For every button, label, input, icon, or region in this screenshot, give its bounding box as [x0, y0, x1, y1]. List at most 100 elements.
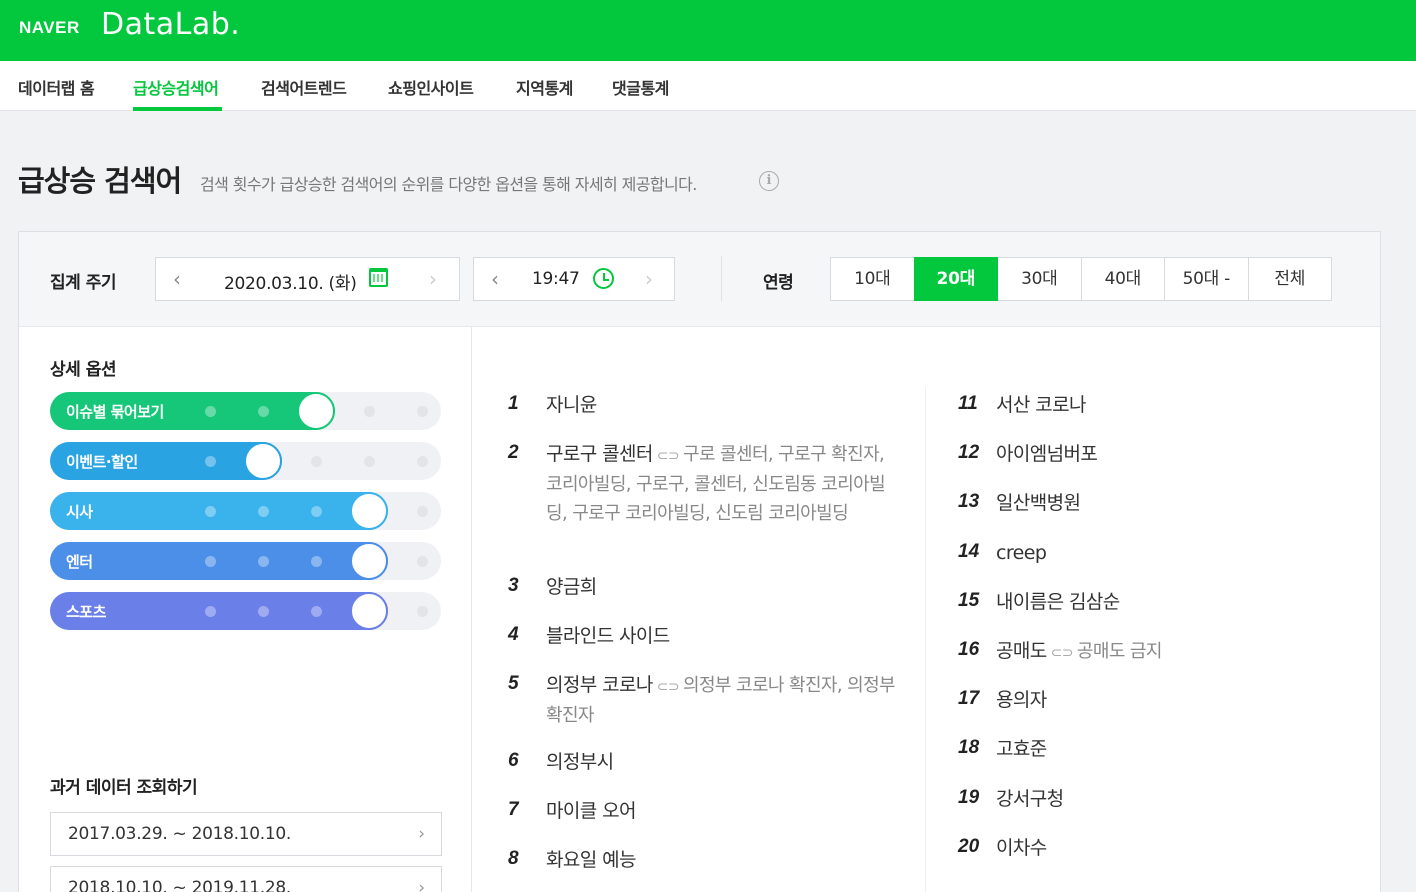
link-icon: ⊂⊃ — [656, 679, 680, 695]
rank-keyword[interactable]: 강서구청 — [996, 788, 1064, 810]
toggle-step-dot[interactable] — [258, 406, 269, 417]
past-range-2-button[interactable]: 2018.10.10. ~ 2019.11.28. › — [50, 866, 442, 892]
toggle-step-dot[interactable] — [364, 406, 375, 417]
rank-keyword[interactable]: 아이엠넘버포 — [996, 443, 1098, 465]
rank-keyword[interactable]: 일산백병원 — [996, 492, 1081, 514]
toggle-step-dot[interactable] — [311, 456, 322, 467]
option-toggle-0[interactable]: 이슈별 묶어보기 — [50, 392, 441, 430]
next-time-button[interactable]: › — [645, 269, 653, 289]
clock-icon[interactable] — [593, 268, 614, 289]
nav-item-home[interactable]: 데이터랩 홈 — [18, 75, 95, 99]
toggle-step-dot[interactable] — [205, 456, 216, 467]
rank-text: 의정부시 — [546, 748, 901, 776]
toggle-step-dot[interactable] — [258, 556, 269, 567]
calendar-icon[interactable] — [369, 268, 388, 287]
toggle-label: 이벤트·할인 — [66, 453, 138, 471]
rank-keyword[interactable]: 고효준 — [996, 738, 1047, 760]
rank-text: 용의자 — [996, 686, 1351, 714]
rank-number: 2 — [508, 442, 519, 463]
toggle-step-dot[interactable] — [417, 556, 428, 567]
age-50s-plus-button[interactable]: 50대 - — [1164, 257, 1249, 301]
info-icon[interactable]: i — [759, 171, 779, 191]
chevron-right-icon: › — [418, 878, 425, 892]
rank-keyword[interactable]: 화요일 예능 — [546, 849, 636, 871]
toggle-step-dot[interactable] — [311, 556, 322, 567]
age-40s-button[interactable]: 40대 — [1080, 257, 1165, 301]
link-icon: ⊂⊃ — [656, 448, 680, 464]
rank-keyword[interactable]: 공매도 — [996, 640, 1047, 662]
rank-text: 마이클 오어 — [546, 797, 901, 825]
toggle-step-dot[interactable] — [205, 556, 216, 567]
related-keywords[interactable]: 공매도 금지 — [1077, 641, 1163, 662]
toggle-step-dot[interactable] — [311, 606, 322, 617]
past-range-2-label: 2018.10.10. ~ 2019.11.28. — [68, 878, 292, 892]
options-column: 상세 옵션 이슈별 묶어보기 이벤트·할인 시사 엔터 스포츠 과거 데이터 조회하기 … — [19, 327, 472, 892]
nav-item-region-stats[interactable]: 지역통계 — [516, 75, 573, 99]
rank-text: 구로구 콜센터 ⊂⊃ 구로 콜센터, 구로구 확진자, 코리아빌딩, 구로구, 콜센… — [546, 440, 901, 528]
age-10s-button[interactable]: 10대 — [830, 257, 915, 301]
prev-date-button[interactable]: ‹ — [173, 269, 181, 289]
rank-number: 6 — [508, 750, 519, 771]
toggle-knob[interactable] — [297, 392, 335, 430]
age-button-group: 10대 20대 30대 40대 50대 - 전체 — [830, 257, 1332, 301]
rank-keyword[interactable]: 블라인드 사이드 — [546, 625, 670, 647]
active-tab-indicator — [133, 107, 222, 111]
date-value[interactable]: 2020.03.10. (화) — [224, 269, 357, 294]
rank-keyword[interactable]: 의정부 코로나 — [546, 674, 653, 696]
nav-item-shopping-insight[interactable]: 쇼핑인사이트 — [388, 75, 474, 99]
time-selector: ‹ 19:47 › — [473, 257, 675, 301]
nav-item-rising-keywords[interactable]: 급상승검색어 — [133, 75, 219, 99]
toggle-step-dot[interactable] — [417, 456, 428, 467]
toggle-step-dot[interactable] — [258, 506, 269, 517]
toggle-step-dot[interactable] — [417, 506, 428, 517]
toggle-step-dot[interactable] — [364, 456, 375, 467]
rank-keyword[interactable]: 이차수 — [996, 837, 1047, 859]
rank-keyword[interactable]: creep — [996, 542, 1047, 564]
datalab-logo[interactable]: DataLab. — [101, 7, 240, 42]
toggle-step-dot[interactable] — [417, 406, 428, 417]
rank-keyword[interactable]: 구로구 콜센터 — [546, 443, 653, 465]
rank-text: 서산 코로나 — [996, 391, 1351, 419]
option-toggle-4[interactable]: 스포츠 — [50, 592, 441, 630]
toggle-knob[interactable] — [350, 592, 388, 630]
rising-keywords-panel: 집계 주기 ‹ 2020.03.10. (화) › ‹ 19:47 › 연령 1… — [18, 231, 1381, 892]
nav-item-search-trend[interactable]: 검색어트렌드 — [261, 75, 347, 99]
rank-keyword[interactable]: 내이름은 김삼순 — [996, 591, 1120, 613]
toggle-knob[interactable] — [244, 442, 282, 480]
toggle-step-dot[interactable] — [311, 506, 322, 517]
rank-number: 15 — [958, 590, 980, 611]
next-date-button[interactable]: › — [429, 269, 437, 289]
toggle-knob[interactable] — [350, 542, 388, 580]
rank-keyword[interactable]: 양금희 — [546, 576, 597, 598]
toggle-step-dot[interactable] — [205, 506, 216, 517]
toggle-knob[interactable] — [350, 492, 388, 530]
age-all-button[interactable]: 전체 — [1247, 257, 1332, 301]
nav-item-comment-stats[interactable]: 댓글통계 — [612, 75, 669, 99]
option-toggle-3[interactable]: 엔터 — [50, 542, 441, 580]
rank-keyword[interactable]: 마이클 오어 — [546, 800, 636, 822]
toggle-label: 이슈별 묶어보기 — [66, 403, 164, 421]
rank-number: 12 — [958, 442, 980, 463]
time-value[interactable]: 19:47 — [532, 269, 580, 289]
rank-number: 8 — [508, 848, 519, 869]
age-20s-button[interactable]: 20대 — [913, 257, 998, 301]
option-toggle-1[interactable]: 이벤트·할인 — [50, 442, 441, 480]
toggle-step-dot[interactable] — [205, 406, 216, 417]
rank-keyword[interactable]: 서산 코로나 — [996, 394, 1086, 416]
toggle-step-dot[interactable] — [205, 606, 216, 617]
rank-keyword[interactable]: 의정부시 — [546, 751, 614, 773]
rank-number: 11 — [958, 393, 978, 414]
rank-number: 18 — [958, 737, 980, 758]
date-selector: ‹ 2020.03.10. (화) › — [155, 257, 460, 301]
rank-keyword[interactable]: 용의자 — [996, 689, 1047, 711]
rank-text: 강서구청 — [996, 785, 1351, 813]
prev-time-button[interactable]: ‹ — [491, 269, 499, 289]
rank-keyword[interactable]: 자니윤 — [546, 394, 597, 416]
past-range-1-button[interactable]: 2017.03.29. ~ 2018.10.10. › — [50, 812, 442, 856]
naver-logo[interactable]: NAVER — [19, 18, 80, 38]
toggle-step-dot[interactable] — [258, 606, 269, 617]
toggle-step-dot[interactable] — [417, 606, 428, 617]
age-30s-button[interactable]: 30대 — [997, 257, 1082, 301]
option-toggle-2[interactable]: 시사 — [50, 492, 441, 530]
toggle-fill — [50, 542, 388, 580]
